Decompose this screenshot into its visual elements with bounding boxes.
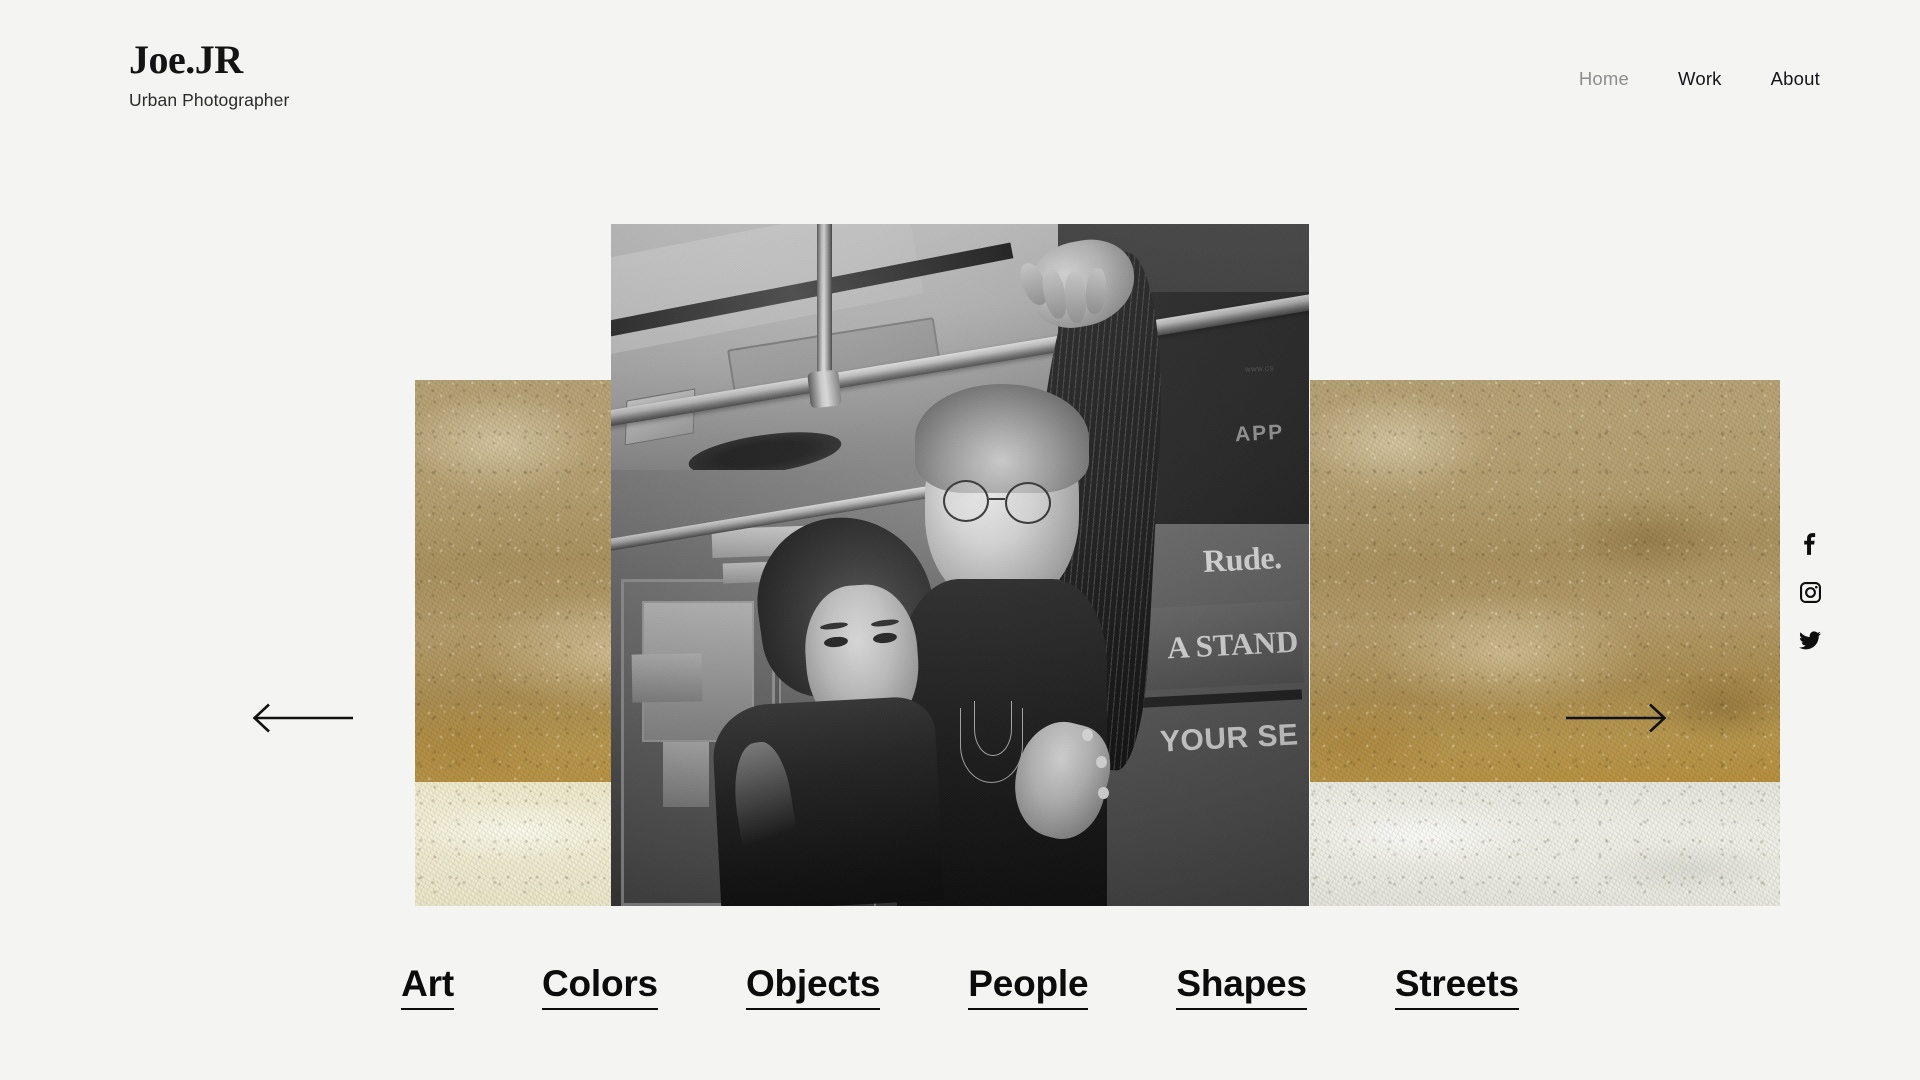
texture-speckle-layer: [1310, 380, 1780, 906]
category-link-people[interactable]: People: [968, 962, 1089, 1010]
category-link-shapes[interactable]: Shapes: [1176, 962, 1307, 1010]
arrow-left-icon: [249, 703, 353, 733]
instagram-icon: [1799, 581, 1821, 603]
category-bar: Art Colors Objects People Shapes Streets: [0, 962, 1920, 1010]
nav-link-about[interactable]: About: [1771, 68, 1820, 90]
instagram-link[interactable]: [1799, 581, 1821, 603]
page-root: Joe.JR Urban Photographer Home Work Abou…: [0, 0, 1920, 1080]
hero-carousel: WWW.CS APP WWW.CS Rude. A STAND YOUR: [0, 160, 1920, 950]
nav-link-home[interactable]: Home: [1579, 68, 1629, 90]
carousel-next-button[interactable]: [1566, 703, 1670, 733]
subway-sign-keep-clear: [663, 742, 710, 808]
brand-title: Joe.JR: [129, 37, 243, 82]
ad-app-text: APP: [1234, 420, 1286, 447]
ad-headline-text: Rude.: [1201, 539, 1282, 580]
photo-canvas: WWW.CS APP WWW.CS Rude. A STAND YOUR: [611, 224, 1309, 906]
fingernail: [1098, 786, 1109, 799]
facebook-icon: [1803, 533, 1817, 555]
ad-yourseat-text: YOUR SE: [1159, 718, 1300, 759]
fingernail: [1096, 755, 1107, 769]
main-nav: Home Work About: [1579, 68, 1820, 90]
featured-photo[interactable]: WWW.CS APP WWW.CS Rude. A STAND YOUR: [611, 224, 1309, 906]
brand[interactable]: Joe.JR Urban Photographer: [129, 37, 289, 112]
twitter-icon: [1799, 630, 1821, 650]
category-link-streets[interactable]: Streets: [1394, 962, 1519, 1010]
site-header: Joe.JR Urban Photographer Home Work Abou…: [0, 0, 1920, 160]
nav-link-work[interactable]: Work: [1678, 68, 1722, 90]
facebook-link[interactable]: [1799, 533, 1821, 555]
category-link-art[interactable]: Art: [401, 962, 454, 1010]
twitter-link[interactable]: [1799, 629, 1821, 651]
category-link-objects[interactable]: Objects: [745, 962, 880, 1010]
man-hair: [914, 384, 1090, 494]
brand-tagline: Urban Photographer: [129, 90, 290, 110]
category-link-colors[interactable]: Colors: [541, 962, 658, 1010]
social-rail: [1799, 533, 1821, 651]
glasses-lens-left: [942, 479, 989, 523]
subway-sign-c: [631, 653, 703, 702]
carousel-prev-button[interactable]: [249, 703, 353, 733]
handrail-joint: [806, 369, 842, 409]
ad-stand-text: A STAND: [1165, 623, 1299, 666]
texture-panel-right: [1310, 380, 1780, 906]
glasses-bridge: [988, 498, 1006, 501]
fingernail: [1082, 728, 1093, 741]
arrow-right-icon: [1566, 703, 1670, 733]
necklace-short: [973, 701, 1013, 756]
